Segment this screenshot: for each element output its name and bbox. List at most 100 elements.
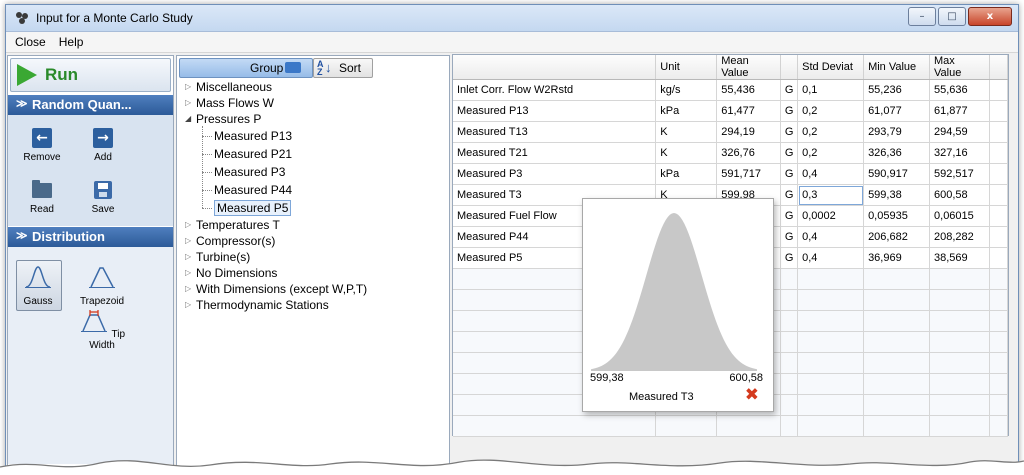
cell-min[interactable]: 599,38 [863,184,931,206]
minimize-button[interactable]: – [908,7,936,26]
cell-type[interactable]: G [780,121,799,143]
tree-node[interactable]: ▷ Compressor(s) [185,234,275,248]
collapsed-triangle-icon[interactable]: ▷ [185,284,191,293]
cell-max[interactable]: 38,569 [929,247,990,269]
collapsed-triangle-icon[interactable]: ▷ [185,252,191,261]
cell-unit[interactable]: kPa [655,163,718,185]
cell-max[interactable]: 294,59 [929,121,990,143]
group-button[interactable]: Group [179,58,313,78]
trapezoid-button[interactable]: Trapezoid [74,264,130,307]
cell-name[interactable]: Measured T13 [453,121,657,143]
cell-max[interactable]: 55,636 [929,79,990,101]
close-popup-icon[interactable]: ✖ [745,385,759,405]
cell-min[interactable]: 206,682 [863,226,931,248]
menu-close[interactable]: Close [10,32,51,52]
tree-node[interactable]: ▷ Turbine(s) [185,250,250,264]
gauss-button[interactable]: Gauss [18,264,58,307]
cell-type[interactable]: G [780,142,799,164]
close-window-button[interactable]: x [968,7,1012,26]
col-header-type[interactable] [780,55,799,80]
cell-name[interactable]: Inlet Corr. Flow W2Rstd [453,79,657,101]
tree-node[interactable]: ▷ Thermodynamic Stations [185,298,329,312]
table-row[interactable]: Measured T13 K 294,19 G 0,2 293,79 294,59 [453,121,1009,143]
random-quantities-header[interactable]: ≫ Random Quan... [8,95,173,115]
sort-button[interactable]: AZ ↓ Sort [313,58,373,78]
collapsed-triangle-icon[interactable]: ▷ [185,82,191,91]
cell-unit[interactable]: kg/s [655,79,718,101]
cell-unit[interactable]: K [655,142,718,164]
cell-max[interactable]: 600,58 [929,184,990,206]
cell-mean[interactable]: 326,76 [716,142,782,164]
tree-leaf-item[interactable]: Measured P13 [214,129,292,143]
tree-leaf-item[interactable]: Measured P44 [214,183,292,197]
cell-type[interactable]: G [780,184,799,206]
cell-max[interactable]: 61,877 [929,100,990,122]
collapsed-triangle-icon[interactable]: ▷ [185,220,191,229]
tree-node[interactable]: ▷ No Dimensions [185,266,277,280]
collapsed-triangle-icon[interactable]: ▷ [185,268,191,277]
cell-std[interactable]: 0,1 [797,79,865,101]
cell-min[interactable]: 55,236 [863,79,931,101]
collapsed-triangle-icon[interactable]: ▷ [185,300,191,309]
cell-min[interactable]: 293,79 [863,121,931,143]
table-row[interactable]: Measured P3 kPa 591,717 G 0,4 590,917 592,517 [453,163,1009,185]
cell-mean[interactable]: 294,19 [716,121,782,143]
tree-leaf-item[interactable]: Measured P5 [214,200,292,216]
run-button[interactable]: Run [10,58,171,92]
cell-min[interactable]: 326,36 [863,142,931,164]
table-row[interactable]: Measured P13 kPa 61,477 G 0,2 61,077 61,877 [453,100,1009,122]
expanded-triangle-icon[interactable]: ◢ [185,114,191,123]
remove-button[interactable]: ← Remove [16,127,68,163]
cell-max[interactable]: 592,517 [929,163,990,185]
col-header-unit[interactable]: Unit [655,55,718,80]
table-row[interactable]: Inlet Corr. Flow W2Rstd kg/s 55,436 G 0,1 55,… [453,79,1009,101]
cell-std[interactable]: 0,2 [797,121,865,143]
cell-type[interactable]: G [780,79,799,101]
tip-width-button[interactable]: Tip Width [74,308,130,351]
cell-max[interactable]: 327,16 [929,142,990,164]
cell-name[interactable]: Measured P3 [453,163,657,185]
tree-leaf-item[interactable]: Measured P3 [214,165,285,179]
cell-std[interactable]: 0,3 [797,184,865,206]
col-header-min[interactable]: Min Value [863,55,931,80]
cell-type[interactable]: G [780,100,799,122]
cell-type[interactable]: G [780,226,799,248]
col-header-std[interactable]: Std Deviat [797,55,865,80]
tree-node[interactable]: ▷ Miscellaneous [185,80,272,94]
cell-type[interactable]: G [780,163,799,185]
tree-leaf-item[interactable]: Measured P21 [214,147,292,161]
cell-mean[interactable]: 55,436 [716,79,782,101]
col-header-mean[interactable]: Mean Value [716,55,782,80]
table-row[interactable]: Measured T21 K 326,76 G 0,2 326,36 327,16 [453,142,1009,164]
cell-min[interactable]: 0,05935 [863,205,931,227]
cell-std[interactable]: 0,2 [797,142,865,164]
cell-type[interactable]: G [780,247,799,269]
tree-node[interactable]: ▷ With Dimensions (except W,P,T) [185,282,367,296]
cell-name[interactable]: Measured P13 [453,100,657,122]
cell-max[interactable]: 208,282 [929,226,990,248]
cell-mean[interactable]: 591,717 [716,163,782,185]
cell-std[interactable]: 0,2 [797,100,865,122]
read-button[interactable]: Read [16,179,68,215]
menu-help[interactable]: Help [54,32,89,52]
distribution-header[interactable]: ≫ Distribution [8,227,173,247]
tree-node[interactable]: ◢ Pressures P [185,112,261,126]
cell-unit[interactable]: kPa [655,100,718,122]
maximize-button[interactable]: □ [938,7,966,26]
cell-std[interactable]: 0,4 [797,226,865,248]
cell-std[interactable]: 0,0002 [797,205,865,227]
collapsed-triangle-icon[interactable]: ▷ [185,98,191,107]
cell-name[interactable]: Measured T21 [453,142,657,164]
cell-unit[interactable]: K [655,121,718,143]
save-button[interactable]: Save [77,179,129,215]
cell-max[interactable]: 0,06015 [929,205,990,227]
collapsed-triangle-icon[interactable]: ▷ [185,236,191,245]
cell-type[interactable]: G [780,205,799,227]
cell-std[interactable]: 0,4 [797,163,865,185]
cell-min[interactable]: 36,969 [863,247,931,269]
cell-mean[interactable]: 61,477 [716,100,782,122]
tree-node[interactable]: ▷ Mass Flows W [185,96,274,110]
cell-min[interactable]: 590,917 [863,163,931,185]
cell-min[interactable]: 61,077 [863,100,931,122]
add-button[interactable]: → Add [77,127,129,163]
